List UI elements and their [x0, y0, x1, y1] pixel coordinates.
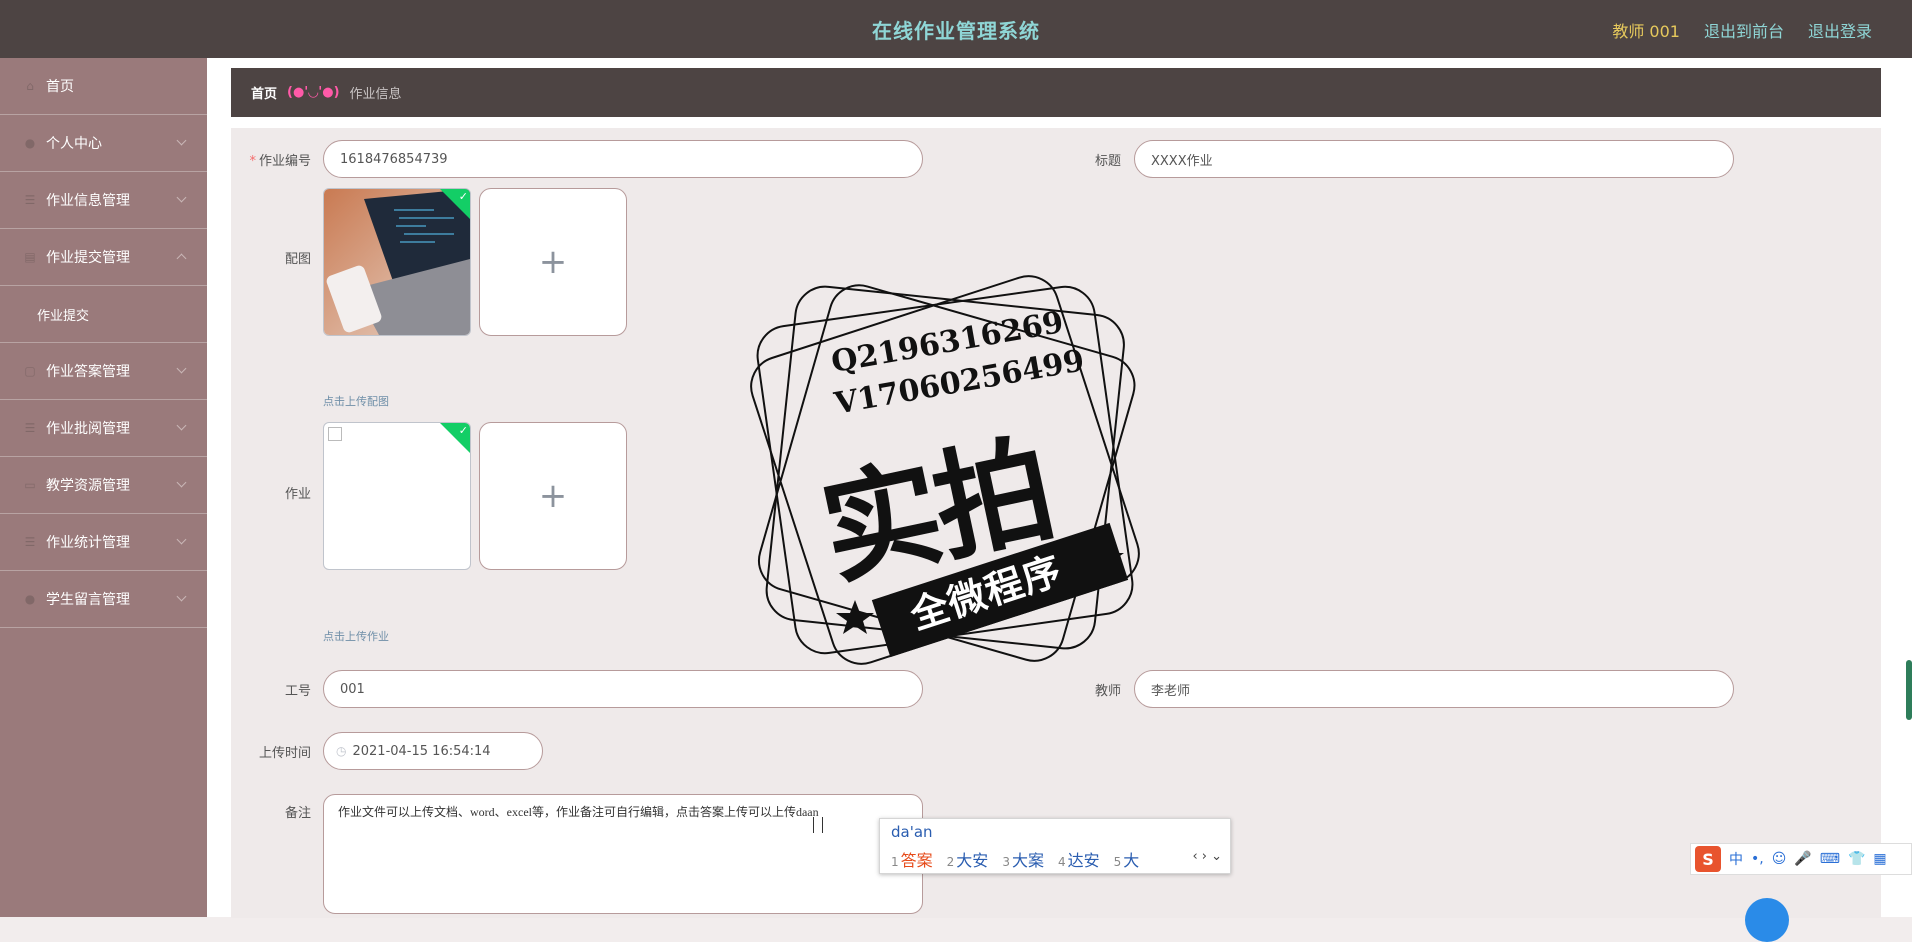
sidebar-item-label: 作业信息管理	[46, 193, 130, 209]
ime-page-arrows[interactable]: ‹ › ⌄	[1192, 849, 1222, 864]
homework-no-field[interactable]: 1618476854739	[323, 140, 923, 178]
list-icon: ▢	[24, 364, 36, 378]
sidebar-item-label: 教学资源管理	[46, 478, 130, 494]
remark-label: 备注	[284, 806, 311, 821]
ime-candidate[interactable]: 5大	[1114, 847, 1140, 871]
laptop-photo	[324, 189, 470, 335]
check-icon: ✓	[458, 424, 468, 437]
remark-textarea[interactable]: 作业文件可以上传文档、word、excel等，作业备注可自行编辑，点击答案上传可…	[323, 794, 923, 914]
folder-icon: ▭	[24, 478, 36, 492]
breadcrumb-current: 作业信息	[349, 87, 402, 102]
top-header: 在线作业管理系统 教师 001 退出到前台 退出登录	[0, 0, 1912, 58]
sidebar-subitem-label: 作业提交	[37, 308, 90, 324]
menu-icon: ☰	[24, 193, 36, 207]
homework-no-label: * 作业编号	[249, 154, 311, 169]
current-user: 教师 001	[1612, 22, 1680, 41]
chevron-down-icon	[176, 477, 187, 488]
upload-image-button[interactable]: +	[479, 188, 627, 336]
logout-link[interactable]: 退出登录	[1808, 18, 1872, 42]
chat-icon: ●	[24, 592, 36, 606]
ime-candidate[interactable]: 3 大案	[1002, 847, 1044, 871]
chevron-down-icon	[176, 363, 187, 374]
uploaded-homework-thumbnail[interactable]: ✓	[323, 422, 471, 570]
sidebar-item-homework-info[interactable]: ☰ 作业信息管理	[0, 172, 207, 229]
breadcrumb: 首页 (●'◡'●) 作业信息	[231, 68, 1881, 117]
floating-action-button[interactable]	[1745, 898, 1789, 942]
sidebar-item-label: 作业统计管理	[46, 535, 130, 551]
ime-candidates: 1 答案 2 大安 3 大案 4 达安 5大	[891, 847, 1139, 871]
chevron-down-icon	[176, 135, 187, 146]
breadcrumb-separator: (●'◡'●)	[287, 85, 340, 100]
upload-homework-button[interactable]: +	[479, 422, 627, 570]
header-links: 教师 001 退出到前台 退出登录	[1612, 18, 1872, 42]
image-label: 配图	[284, 252, 311, 267]
emoji-icon[interactable]: ☺	[1772, 851, 1787, 867]
plus-icon: +	[538, 476, 568, 516]
chevron-down-icon	[176, 192, 187, 203]
sidebar-item-label: 作业答案管理	[46, 364, 130, 380]
microphone-icon[interactable]: 🎤	[1794, 851, 1811, 867]
sidebar-item-label: 作业提交管理	[46, 250, 130, 266]
main-content: 首页 (●'◡'●) 作业信息 * 作业编号 1618476854739 标题 X…	[207, 58, 1912, 918]
sogou-logo-icon[interactable]: S	[1695, 846, 1721, 872]
home-icon: ⌂	[26, 79, 34, 93]
ime-candidate[interactable]: 1 答案	[891, 847, 933, 871]
sidebar-item-messages[interactable]: ● 学生留言管理	[0, 571, 207, 628]
list-icon: ☰	[24, 421, 36, 435]
upload-time-label: 上传时间	[258, 746, 311, 761]
chevron-up-icon	[176, 253, 187, 264]
sidebar-subitem-submission[interactable]: 作业提交	[0, 286, 207, 343]
sidebar-item-review[interactable]: ☰ 作业批阅管理	[0, 400, 207, 457]
chevron-down-icon	[176, 591, 187, 602]
sidebar-item-answers[interactable]: ▢ 作业答案管理	[0, 343, 207, 400]
text-cursor-icon	[813, 817, 823, 833]
ime-mode-toggle[interactable]: 中	[1729, 849, 1743, 869]
sidebar-item-label: 个人中心	[46, 136, 102, 152]
scrollbar-handle[interactable]	[1906, 660, 1912, 720]
document-icon: ▤	[24, 250, 36, 264]
plus-icon: +	[538, 242, 568, 282]
ime-candidate[interactable]: 2 大安	[947, 847, 989, 871]
check-icon: ✓	[458, 190, 468, 203]
homework-form: * 作业编号 1618476854739 标题 XXXX作业 配图 ✓ + 点击…	[231, 128, 1881, 918]
job-no-label: 工号	[284, 684, 311, 699]
sidebar-item-resources[interactable]: ▭ 教学资源管理	[0, 457, 207, 514]
upload-homework-hint[interactable]: 点击上传作业	[323, 628, 389, 644]
sidebar: ⌂ 首页 ● 个人中心 ☰ 作业信息管理 ▤ 作业提交管理 作业提交 ▢ 作业答…	[0, 58, 207, 917]
sidebar-item-label: 作业批阅管理	[46, 421, 130, 437]
ime-toolbar: S 中 •, ☺ 🎤 ⌨ 👕 ▦	[1690, 843, 1912, 875]
title-field[interactable]: XXXX作业	[1134, 140, 1734, 178]
sidebar-item-submission[interactable]: ▤ 作业提交管理	[0, 229, 207, 286]
ime-candidate[interactable]: 4 达安	[1058, 847, 1100, 871]
keyboard-icon[interactable]: ⌨	[1820, 851, 1840, 867]
chevron-down-icon	[176, 534, 187, 545]
sidebar-item-label: 首页	[46, 79, 74, 95]
upload-image-hint[interactable]: 点击上传配图	[323, 393, 389, 409]
chevron-down-icon	[176, 420, 187, 431]
back-to-front-link[interactable]: 退出到前台	[1704, 18, 1784, 42]
homework-file-label: 作业	[284, 487, 311, 502]
ime-composition: da'an	[891, 823, 933, 841]
sidebar-item-home[interactable]: ⌂ 首页	[0, 58, 207, 115]
upload-time-picker[interactable]: ◷ 2021-04-15 16:54:14	[323, 732, 543, 770]
uploaded-image-thumbnail[interactable]: ✓	[323, 188, 471, 336]
menu-icon: ☰	[24, 535, 36, 549]
user-icon: ●	[24, 136, 36, 150]
broken-image-icon	[328, 427, 342, 441]
sidebar-item-personal-center[interactable]: ● 个人中心	[0, 115, 207, 172]
grid-icon[interactable]: ▦	[1873, 851, 1886, 867]
breadcrumb-home[interactable]: 首页	[251, 83, 277, 102]
sidebar-item-statistics[interactable]: ☰ 作业统计管理	[0, 514, 207, 571]
upload-time-value: 2021-04-15 16:54:14	[352, 743, 491, 759]
skin-icon[interactable]: 👕	[1848, 851, 1865, 867]
teacher-label: 教师	[1094, 684, 1121, 699]
ime-candidate-popup: da'an 1 答案 2 大安 3 大案 4 达安 5大 ‹ › ⌄	[879, 818, 1231, 874]
clock-icon: ◷	[336, 744, 347, 758]
job-no-field[interactable]: 001	[323, 670, 923, 708]
punctuation-icon[interactable]: •,	[1751, 851, 1764, 867]
teacher-field[interactable]: 李老师	[1134, 670, 1734, 708]
sidebar-item-label: 学生留言管理	[46, 592, 130, 608]
title-label: 标题	[1094, 154, 1121, 169]
